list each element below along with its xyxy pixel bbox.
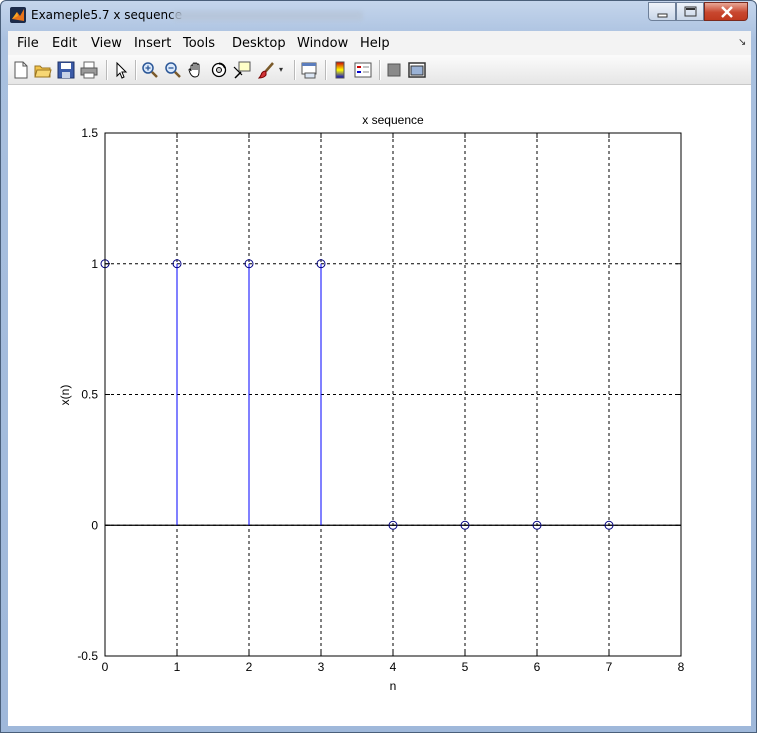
hide-plot-tools-icon[interactable] <box>385 61 403 79</box>
y-tick-label: 1 <box>91 257 98 271</box>
brush-icon[interactable] <box>258 61 276 79</box>
maximize-button[interactable] <box>676 2 704 21</box>
x-tick-label: 5 <box>462 660 469 674</box>
print-icon[interactable] <box>80 61 98 79</box>
x-axis-label: n <box>390 679 397 693</box>
menu-desktop[interactable]: Desktop <box>232 36 286 51</box>
y-axis-label: x(n) <box>58 385 72 406</box>
x-tick-label: 7 <box>606 660 613 674</box>
title-bar[interactable]: Exameple5.7 x sequence <box>1 1 756 31</box>
stem-plot[interactable]: 0 1 2 3 4 5 6 7 8 -0.5 0 0.5 1 1.5 x sequence n x(n) <box>8 85 751 726</box>
menu-window[interactable]: Window <box>297 36 348 51</box>
chart-title: x sequence <box>362 113 424 127</box>
link-plot-icon[interactable] <box>300 61 318 79</box>
figure-toolbar: ▾ <box>8 55 751 85</box>
y-tick-label: 1.5 <box>81 126 98 140</box>
x-tick-labels: 0 1 2 3 4 5 6 7 8 <box>102 660 685 674</box>
minimize-button[interactable] <box>648 2 676 21</box>
toolbar-separator <box>325 60 327 80</box>
zoom-in-icon[interactable] <box>141 61 159 79</box>
pointer-icon[interactable] <box>112 61 130 79</box>
x-tick-label: 3 <box>318 660 325 674</box>
pan-icon[interactable] <box>187 61 205 79</box>
brush-dropdown-icon[interactable]: ▾ <box>279 65 283 74</box>
y-tick-labels: -0.5 0 0.5 1 1.5 <box>77 126 98 663</box>
new-figure-icon[interactable] <box>12 61 30 79</box>
blurred-title-suffix <box>173 11 363 21</box>
menu-file[interactable]: File <box>17 36 39 51</box>
x-tick-label: 1 <box>174 660 181 674</box>
rotate-3d-icon[interactable] <box>210 61 228 79</box>
figure-canvas[interactable]: 0 1 2 3 4 5 6 7 8 -0.5 0 0.5 1 1.5 x sequence n x(n) <box>8 85 751 726</box>
close-button[interactable] <box>704 2 748 21</box>
client-area: File Edit View Insert Tools Desktop Wind… <box>8 31 751 726</box>
minimize-icon <box>657 13 668 18</box>
x-tick-label: 8 <box>678 660 685 674</box>
legend-icon[interactable] <box>354 61 372 79</box>
menu-insert[interactable]: Insert <box>134 36 171 51</box>
x-tick-label: 0 <box>102 660 109 674</box>
menu-view[interactable]: View <box>91 36 122 51</box>
dock-arrow-icon[interactable]: ↘ <box>738 37 746 48</box>
save-icon[interactable] <box>57 61 75 79</box>
window-title: Exameple5.7 x sequence <box>31 8 183 22</box>
menu-bar: File Edit View Insert Tools Desktop Wind… <box>8 31 751 55</box>
toolbar-separator <box>135 60 137 80</box>
show-plot-tools-icon[interactable] <box>408 61 426 79</box>
menu-edit[interactable]: Edit <box>52 36 77 51</box>
figure-window: Exameple5.7 x sequence File Edit View In… <box>0 0 757 733</box>
x-tick-label: 4 <box>390 660 397 674</box>
x-tick-label: 6 <box>534 660 541 674</box>
data-cursor-icon[interactable] <box>233 61 251 79</box>
close-icon <box>721 6 733 18</box>
toolbar-separator <box>294 60 296 80</box>
open-file-icon[interactable] <box>34 61 52 79</box>
colorbar-icon[interactable] <box>331 61 349 79</box>
menu-tools[interactable]: Tools <box>183 36 215 51</box>
y-tick-label: 0.5 <box>81 388 98 402</box>
toolbar-separator <box>379 60 381 80</box>
maximize-icon <box>684 6 697 17</box>
y-tick-label: -0.5 <box>77 649 98 663</box>
menu-help[interactable]: Help <box>360 36 390 51</box>
toolbar-separator <box>106 60 108 80</box>
matlab-logo-icon <box>10 7 26 23</box>
y-tick-label: 0 <box>91 518 98 532</box>
zoom-out-icon[interactable] <box>164 61 182 79</box>
x-tick-label: 2 <box>246 660 253 674</box>
